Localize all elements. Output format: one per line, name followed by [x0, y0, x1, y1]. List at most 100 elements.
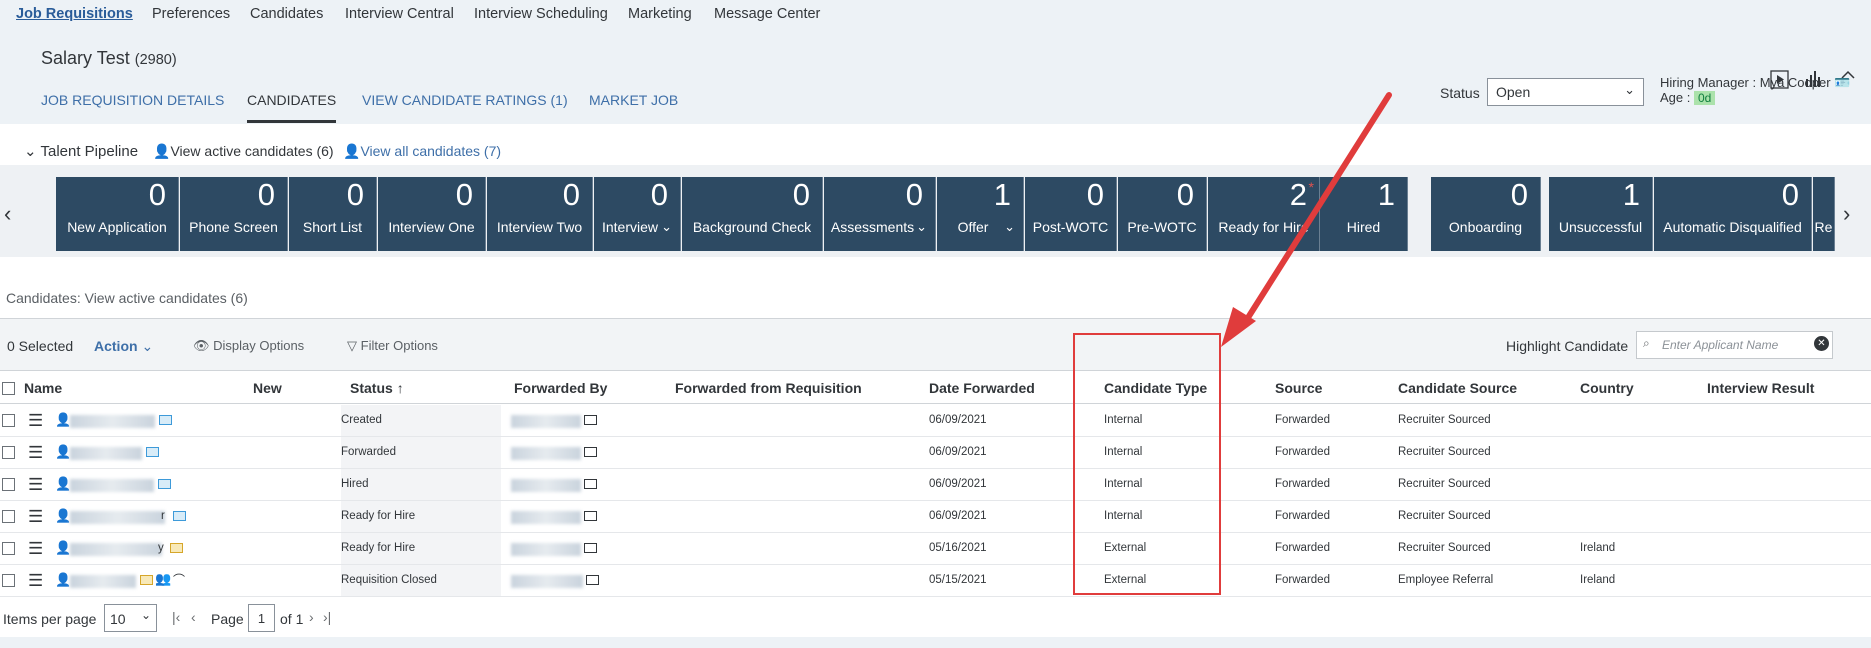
- filter-options-button[interactable]: ▽ Filter Options: [347, 338, 438, 354]
- last-page-icon[interactable]: ›|: [323, 609, 331, 625]
- column-date-forwarded[interactable]: Date Forwarded: [929, 380, 1035, 396]
- profile-card-icon[interactable]: [140, 575, 153, 585]
- tab-job-requisition-details[interactable]: JOB REQUISITION DETAILS: [41, 92, 224, 108]
- profile-card-icon[interactable]: [158, 479, 171, 489]
- pipeline-stage[interactable]: 0 New Application: [56, 177, 179, 251]
- pipeline-stage[interactable]: 0 Phone Screen: [180, 177, 288, 251]
- candidate-name-redacted[interactable]: [70, 415, 155, 428]
- page-number-input[interactable]: 1: [248, 604, 275, 632]
- column-forwarded-from-requisition[interactable]: Forwarded from Requisition: [675, 380, 862, 396]
- row-checkbox[interactable]: [2, 542, 15, 555]
- nav-marketing[interactable]: Marketing: [628, 6, 692, 22]
- column-name[interactable]: Name: [24, 380, 62, 396]
- view-active-candidates-link[interactable]: 👤View active candidates (6): [153, 143, 334, 160]
- profile-card-icon[interactable]: [170, 543, 183, 553]
- menu-icon[interactable]: ☰: [28, 539, 43, 559]
- column-new[interactable]: New: [253, 380, 282, 396]
- menu-icon[interactable]: ☰: [28, 571, 43, 591]
- menu-icon[interactable]: ☰: [28, 443, 43, 463]
- highlight-candidate-input[interactable]: ⌕ Enter Applicant Name ✕: [1636, 331, 1833, 359]
- contact-card-icon[interactable]: 🪪: [1834, 75, 1850, 90]
- column-status[interactable]: Status ↑: [350, 380, 404, 396]
- select-all-checkbox[interactable]: [2, 382, 15, 395]
- table-row[interactable]: ☰ 👤 👥 ⌒ Requisition Closed 05/15/2021 External…: [0, 565, 1871, 597]
- pipeline-stage[interactable]: 0 Interview Two: [487, 177, 593, 251]
- row-checkbox[interactable]: [2, 478, 15, 491]
- pipeline-stage[interactable]: 0 Automatic Disqualified: [1654, 177, 1812, 251]
- contact-card-icon[interactable]: [584, 511, 597, 521]
- contact-card-icon[interactable]: [584, 479, 597, 489]
- pipeline-stage[interactable]: 0 Interview One: [378, 177, 486, 251]
- candidate-name-redacted[interactable]: [70, 479, 154, 492]
- nav-job-requisitions[interactable]: Job Requisitions: [16, 6, 133, 22]
- candidate-name-redacted[interactable]: [70, 447, 142, 460]
- contact-card-icon[interactable]: [586, 575, 599, 585]
- pipeline-stage[interactable]: 1 Hired: [1320, 177, 1408, 251]
- pipeline-stage[interactable]: 0 Onboarding: [1431, 177, 1541, 251]
- hiring-manager-name[interactable]: Mya Cooper: [1760, 75, 1831, 90]
- menu-icon[interactable]: ☰: [28, 507, 43, 527]
- row-checkbox[interactable]: [2, 574, 15, 587]
- pipeline-stage[interactable]: 0 Post-WOTC: [1025, 177, 1117, 251]
- items-per-page-select[interactable]: 10 ⌄: [104, 604, 157, 632]
- profile-card-icon[interactable]: [146, 447, 159, 457]
- contact-card-icon[interactable]: [584, 415, 597, 425]
- tab-candidates[interactable]: CANDIDATES: [247, 92, 337, 123]
- nav-message-center[interactable]: Message Center: [714, 6, 820, 22]
- pipeline-stage[interactable]: 2 Ready for Hire *: [1208, 177, 1320, 251]
- view-all-candidates-link[interactable]: 👤View all candidates (7): [343, 143, 501, 160]
- table-row[interactable]: ☰ 👤 y Ready for Hire 05/16/2021 External Forwa…: [0, 533, 1871, 565]
- column-country[interactable]: Country: [1580, 380, 1634, 396]
- candidate-name-redacted[interactable]: [70, 511, 165, 524]
- contact-card-icon[interactable]: [584, 543, 597, 553]
- nav-interview-central[interactable]: Interview Central: [345, 6, 454, 22]
- tab-market-job[interactable]: MARKET JOB: [589, 92, 678, 108]
- chevron-down-icon[interactable]: ⌄: [661, 219, 672, 235]
- first-page-icon[interactable]: |‹: [172, 609, 180, 625]
- nav-preferences[interactable]: Preferences: [152, 6, 230, 22]
- row-checkbox[interactable]: [2, 446, 15, 459]
- scroll-right-chevron-icon[interactable]: ›: [1843, 201, 1850, 227]
- candidate-name-redacted[interactable]: [70, 575, 136, 588]
- source-cell: Forwarded: [1275, 542, 1330, 554]
- pipeline-stage[interactable]: 0 Short List: [289, 177, 377, 251]
- chevron-down-icon[interactable]: ⌄: [916, 219, 927, 235]
- menu-icon[interactable]: ☰: [28, 411, 43, 431]
- status-select[interactable]: Open ⌄: [1487, 78, 1644, 106]
- table-row[interactable]: ☰ 👤 Forwarded 06/09/2021 Internal Forwarded Re…: [0, 437, 1871, 469]
- table-row[interactable]: ☰ 👤 Created 06/09/2021 Internal Forwarded Recr…: [0, 405, 1871, 437]
- pipeline-stage[interactable]: Re: [1813, 177, 1835, 251]
- column-forwarded-by[interactable]: Forwarded By: [514, 380, 607, 396]
- clear-icon[interactable]: ✕: [1814, 336, 1829, 351]
- pipeline-stage[interactable]: 0 Pre-WOTC: [1118, 177, 1207, 251]
- profile-card-icon[interactable]: [159, 415, 172, 425]
- pipeline-stage[interactable]: 0 Assessments ⌄: [824, 177, 936, 251]
- table-row[interactable]: ☰ 👤 Hired 06/09/2021 Internal Forwarded Recrui…: [0, 469, 1871, 501]
- previous-page-icon[interactable]: ‹: [191, 609, 196, 625]
- chevron-down-icon[interactable]: ⌄: [1004, 219, 1015, 235]
- contact-card-icon[interactable]: [584, 447, 597, 457]
- nav-candidates[interactable]: Candidates: [250, 6, 323, 22]
- row-checkbox[interactable]: [2, 414, 15, 427]
- column-source[interactable]: Source: [1275, 380, 1322, 396]
- scroll-left-chevron-icon[interactable]: ‹: [4, 201, 11, 227]
- candidate-name-redacted[interactable]: [70, 543, 162, 556]
- action-menu-button[interactable]: Action ⌄: [94, 338, 153, 355]
- pipeline-stage[interactable]: 1 Unsuccessful: [1549, 177, 1653, 251]
- pipeline-stage[interactable]: 0 Interview ⌄: [594, 177, 681, 251]
- pipeline-stage[interactable]: 1 Offer ⌄: [937, 177, 1024, 251]
- profile-card-icon[interactable]: [173, 511, 186, 521]
- table-row[interactable]: ☰ 👤 r Ready for Hire 06/09/2021 Internal Forwa…: [0, 501, 1871, 533]
- tab-view-candidate-ratings[interactable]: VIEW CANDIDATE RATINGS (1): [362, 92, 568, 108]
- column-interview-result[interactable]: Interview Result: [1707, 380, 1814, 396]
- column-candidate-source[interactable]: Candidate Source: [1398, 380, 1517, 396]
- next-page-icon[interactable]: ›: [309, 609, 314, 625]
- pipeline-stage[interactable]: 0 Background Check: [682, 177, 823, 251]
- menu-icon[interactable]: ☰: [28, 475, 43, 495]
- source-cell: Forwarded: [1275, 478, 1330, 490]
- date-forwarded-cell: 06/09/2021: [929, 478, 987, 490]
- talent-pipeline-toggle[interactable]: ⌄ Talent Pipeline: [24, 142, 138, 160]
- row-checkbox[interactable]: [2, 510, 15, 523]
- display-options-button[interactable]: 👁 Display Options: [193, 338, 304, 354]
- nav-interview-scheduling[interactable]: Interview Scheduling: [474, 6, 608, 22]
